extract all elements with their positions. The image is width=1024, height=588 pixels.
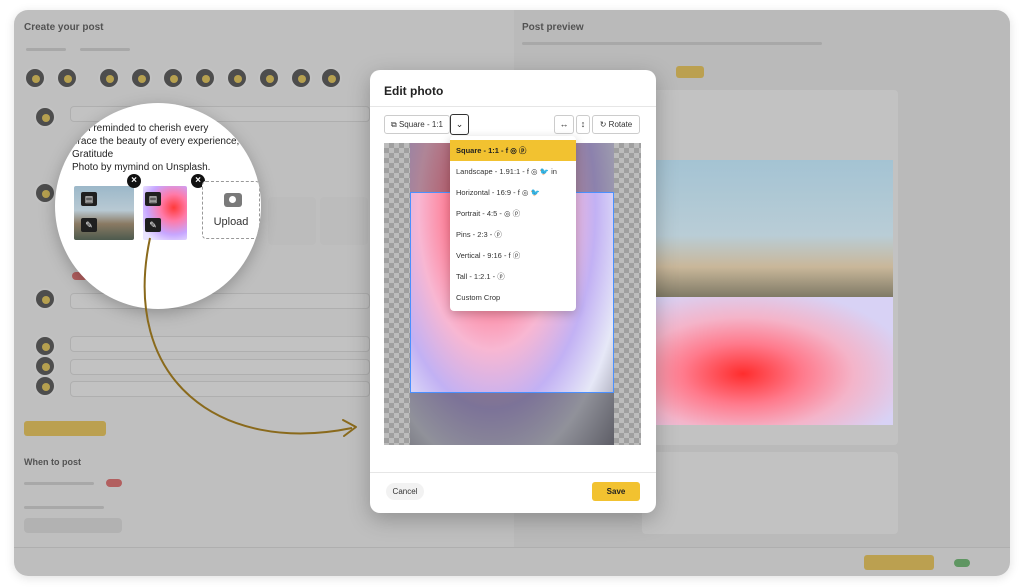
aspect-option-portrait[interactable]: Portrait - 4:5 - ◎ ⓟ (450, 203, 576, 224)
aspect-option-vertical[interactable]: Vertical - 9:16 - f ⓟ (450, 245, 576, 266)
rotate-label: Rotate (608, 120, 633, 129)
alt-text-icon[interactable]: ▤ (81, 192, 97, 206)
camera-icon (224, 193, 242, 207)
modal-divider (370, 106, 656, 107)
platform-icons: ◎ ⓟ (503, 209, 521, 218)
aspect-ratio-button[interactable]: ⧉ Square - 1:1 (384, 115, 450, 134)
aspect-option-label: Portrait - 4:5 - (456, 209, 502, 218)
magnifier-zoom: , I'm reminded to cherish every brace th… (55, 103, 261, 309)
caption-line: Gratitude (72, 149, 114, 160)
aspect-option-label: Pins - 2:3 - (456, 230, 493, 239)
edit-pencil-icon[interactable]: ✎ (81, 218, 97, 232)
rotate-button[interactable]: ↻ Rotate (592, 115, 640, 134)
alt-text-icon[interactable]: ▤ (145, 192, 161, 206)
preview-lighthouse-image (643, 160, 893, 297)
rotate-icon: ↻ (599, 120, 607, 129)
aspect-option-pins[interactable]: Pins - 2:3 - ⓟ (450, 224, 576, 245)
aspect-option-horizontal[interactable]: Horizontal - 16:9 - f ◎ 🐦 (450, 182, 576, 203)
aspect-option-label: Tall - 1:2.1 - (456, 272, 496, 281)
caption-line: , I'm reminded to cherish every (72, 123, 209, 134)
caption-line: Photo by mymind on Unsplash. (72, 162, 211, 173)
platform-icons: f ◎ 🐦 (517, 188, 540, 197)
aspect-dropdown-toggle[interactable]: ⌄ (450, 114, 469, 135)
save-button[interactable]: Save (592, 482, 640, 501)
chevron-down-icon: ⌄ (455, 119, 464, 129)
aspect-option-label: Square - 1:1 - (456, 146, 504, 155)
crop-icon: ⧉ (391, 120, 397, 129)
flip-horizontal-icon: ↔ (559, 119, 569, 129)
platform-icons: f ◎ 🐦 in (526, 167, 557, 176)
platform-icons: ⓟ (497, 272, 505, 281)
aspect-option-label: Landscape - 1.91:1 - (456, 167, 525, 176)
platform-icons: ⓟ (494, 230, 502, 239)
platform-icons: f ⓟ (508, 251, 521, 260)
media-thumbnail-gradient[interactable]: ▤ ✎ (143, 186, 187, 240)
aspect-option-label: Vertical - 9:16 - (456, 251, 507, 260)
aspect-option-square[interactable]: Square - 1:1 - f ◎ ⓟ (450, 140, 576, 161)
aspect-option-tall[interactable]: Tall - 1:2.1 - ⓟ (450, 266, 576, 287)
aspect-option-custom[interactable]: Custom Crop (450, 287, 576, 308)
media-thumbnail-lighthouse[interactable]: ▤ ✎ (74, 186, 134, 240)
platform-icons: f ◎ ⓟ (505, 146, 527, 155)
flip-vertical-icon: ↕ (580, 119, 586, 129)
aspect-ratio-menu: Square - 1:1 - f ◎ ⓟ Landscape - 1.91:1 … (450, 136, 576, 311)
preview-gradient-image (643, 297, 893, 425)
flip-vertical-button[interactable]: ↕ (576, 115, 590, 134)
crop-mask (410, 393, 614, 445)
aspect-option-label: Custom Crop (456, 293, 501, 302)
aspect-option-label: Horizontal - 16:9 - (456, 188, 516, 197)
aspect-ratio-label: Square - 1:1 (398, 120, 443, 129)
remove-media-icon[interactable]: × (127, 174, 141, 188)
upload-label: Upload (213, 216, 249, 228)
aspect-option-landscape[interactable]: Landscape - 1.91:1 - f ◎ 🐦 in (450, 161, 576, 182)
flip-horizontal-button[interactable]: ↔ (554, 115, 574, 134)
caption-line: brace the beauty of every experience, (72, 136, 240, 147)
upload-media-button[interactable]: Upload (202, 181, 260, 239)
edit-pencil-icon[interactable]: ✎ (145, 218, 161, 232)
modal-title: Edit photo (384, 84, 444, 98)
cancel-button[interactable]: Cancel (386, 483, 424, 500)
modal-divider (370, 472, 656, 473)
